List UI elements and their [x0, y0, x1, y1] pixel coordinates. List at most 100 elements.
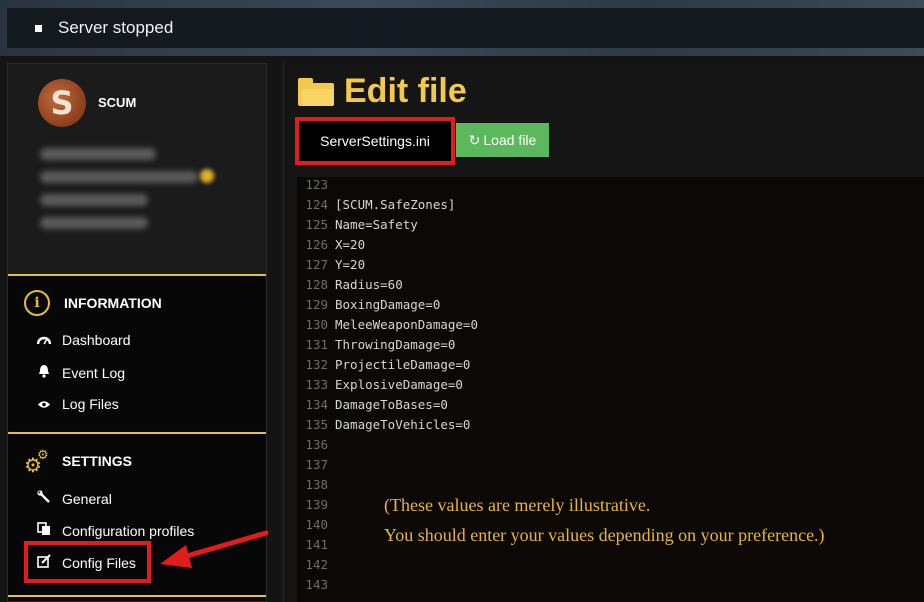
sidebar-item-label: General — [62, 490, 112, 507]
sidebar-item-label: Dashboard — [62, 332, 131, 348]
sidebar-item-label: Event Log — [62, 364, 126, 381]
editor-line: 140 — [297, 515, 335, 535]
information-section-header: i INFORMATION — [24, 290, 162, 316]
editor-line: 132 ProjectileDamage=0 — [297, 355, 470, 375]
line-code: DamageToVehicles=0 — [335, 417, 471, 432]
folder-open-icon — [298, 77, 334, 106]
line-code: ExplosiveDamage=0 — [335, 377, 463, 392]
sidebar-item-configuration-profiles[interactable]: Configuration profiles — [36, 522, 194, 539]
editor-line: 129 BoxingDamage=0 — [297, 295, 440, 315]
sidebar-item-log-files[interactable]: Log Files — [36, 396, 119, 412]
section-divider — [8, 274, 266, 276]
gears-icon: ⚙ ⚙ — [24, 447, 49, 477]
top-banner: Server stopped — [0, 0, 924, 56]
blurred-server-detail — [40, 194, 148, 206]
line-number: 124 — [305, 197, 328, 212]
editor-line: 130 MeleeWeaponDamage=0 — [297, 315, 478, 335]
editor-line: 128 Radius=60 — [297, 275, 403, 295]
line-number: 130 — [305, 317, 328, 332]
code-editor[interactable]: 143 142 141 140 139 138 137 136 135 DamageToVehic… — [297, 177, 924, 602]
line-number: 143 — [305, 577, 328, 592]
line-number: 123 — [305, 177, 328, 192]
note-line-2: You should enter your values depending o… — [384, 525, 825, 545]
sidebar-item-label: Log Files — [62, 396, 119, 412]
line-number: 128 — [305, 277, 328, 292]
line-number: 134 — [305, 397, 328, 412]
game-name: SCUM — [98, 95, 137, 110]
editor-line: 134 DamageToBases=0 — [297, 395, 448, 415]
line-code: MeleeWeaponDamage=0 — [335, 317, 478, 332]
editor-line: 135 DamageToVehicles=0 — [297, 415, 470, 435]
editor-line: 141 — [297, 535, 335, 555]
line-code: ThrowingDamage=0 — [335, 337, 456, 352]
editor-line: 136 — [297, 435, 335, 455]
reload-icon: ↻ — [468, 131, 481, 148]
page-title: Edit file — [344, 72, 467, 110]
line-code: X=20 — [335, 237, 366, 252]
editor-line: 123 — [297, 175, 335, 195]
editor-line: 127 Y=20 — [297, 255, 365, 275]
sidebar: S SCUM i INFORMATION Dashboard Event Log… — [7, 63, 267, 602]
info-icon: i — [24, 290, 50, 316]
line-number: 129 — [305, 297, 328, 312]
line-number: 138 — [305, 477, 328, 492]
note-line-1: (These values are merely illustrative. — [384, 495, 651, 515]
wrench-icon — [36, 490, 52, 507]
file-select-dropdown[interactable]: ServerSettings.ini — [295, 117, 455, 165]
line-code: DamageToBases=0 — [335, 397, 448, 412]
sidebar-item-dashboard[interactable]: Dashboard — [36, 332, 131, 348]
blurred-status-icon — [200, 169, 214, 183]
sidebar-item-general[interactable]: General — [36, 490, 112, 507]
load-file-button[interactable]: ↻ Load file — [456, 123, 549, 157]
line-code: Name=Safety — [335, 217, 418, 232]
gauge-icon — [36, 333, 52, 348]
editor-line: 137 — [297, 455, 335, 475]
editor-line: 125 Name=Safety — [297, 215, 418, 235]
selected-file: ServerSettings.ini — [320, 133, 430, 149]
scum-logo: S — [38, 79, 86, 127]
blurred-server-detail — [40, 148, 156, 160]
line-number: 127 — [305, 257, 328, 272]
line-number: 126 — [305, 237, 328, 252]
editor-line: 138 — [297, 475, 335, 495]
line-code: ProjectileDamage=0 — [335, 357, 471, 372]
eye-icon — [36, 397, 52, 412]
sidebar-item-event-log[interactable]: Event Log — [36, 364, 125, 381]
editor-line: 133 ExplosiveDamage=0 — [297, 375, 463, 395]
information-title: INFORMATION — [64, 295, 162, 311]
blurred-server-detail — [40, 171, 198, 183]
line-number: 141 — [305, 537, 328, 552]
line-number: 133 — [305, 377, 328, 392]
section-divider — [8, 595, 266, 597]
settings-title: SETTINGS — [62, 453, 133, 469]
server-profile-card: S SCUM — [8, 64, 266, 274]
editor-line: 124 [SCUM.SafeZones] — [297, 195, 455, 215]
server-status-text: Server stopped — [58, 18, 174, 37]
editor-line: 142 — [297, 555, 335, 575]
line-number: 139 — [305, 497, 328, 512]
sidebar-item-label: Configuration profiles — [62, 522, 195, 539]
editor-line: 131 ThrowingDamage=0 — [297, 335, 455, 355]
line-number: 142 — [305, 557, 328, 572]
line-number: 135 — [305, 417, 328, 432]
section-divider — [8, 432, 266, 434]
editor-line: 139 — [297, 495, 335, 515]
line-code: BoxingDamage=0 — [335, 297, 441, 312]
line-code: Radius=60 — [335, 277, 403, 292]
config-files-highlight — [24, 541, 151, 583]
line-number: 137 — [305, 457, 328, 472]
line-number: 132 — [305, 357, 328, 372]
logo-letter: S — [50, 84, 74, 122]
line-code: Y=20 — [335, 257, 366, 272]
line-number: 125 — [305, 217, 328, 232]
bell-icon — [36, 364, 52, 381]
copy-icon — [36, 522, 52, 539]
settings-section-header: ⚙ ⚙ SETTINGS — [24, 447, 133, 477]
server-status-bar: Server stopped — [7, 8, 924, 48]
line-number: 131 — [305, 337, 328, 352]
line-number: 140 — [305, 517, 328, 532]
line-code: [SCUM.SafeZones] — [335, 197, 456, 212]
line-number: 136 — [305, 437, 328, 452]
editor-line: 126 X=20 — [297, 235, 365, 255]
editor-line: 143 — [297, 575, 335, 595]
